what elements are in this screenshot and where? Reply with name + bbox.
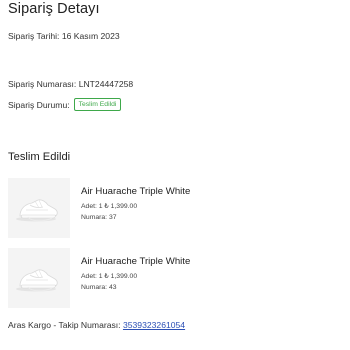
product-size: Numara: 43 (81, 284, 117, 291)
product-name[interactable]: Air Huarache Triple White (81, 186, 190, 197)
order-number-value: LNT24447258 (78, 79, 134, 89)
product-quantity-price: Adet: 1 ₺ 1,399.00 (81, 273, 138, 280)
product-info: Air Huarache Triple White Adet: 1 ₺ 1,39… (81, 256, 190, 293)
product-quantity-price: Adet: 1 ₺ 1,399.00 (81, 203, 138, 210)
product-info: Air Huarache Triple White Adet: 1 ₺ 1,39… (81, 186, 190, 223)
order-date-value: 16 Kasım 2023 (61, 31, 120, 41)
product-name[interactable]: Air Huarache Triple White (81, 256, 190, 267)
product-item[interactable]: Air Huarache Triple White Adet: 1 ₺ 1,39… (8, 248, 338, 308)
product-item[interactable]: Air Huarache Triple White Adet: 1 ₺ 1,39… (8, 178, 338, 238)
status-badge: Teslim Edildi (73, 98, 122, 111)
white-sneaker-icon (8, 248, 70, 308)
order-number-label: Sipariş Numarası: (8, 79, 77, 89)
order-status-label: Sipariş Durumu: (8, 99, 70, 110)
order-date-label: Sipariş Tarihi: (8, 31, 60, 41)
order-number: Sipariş Numarası: LNT24447258 (8, 79, 133, 89)
order-date: Sipariş Tarihi: 16 Kasım 2023 (8, 31, 120, 41)
tracking-number-link[interactable]: 3539323261054 (123, 320, 185, 330)
white-sneaker-icon (8, 178, 70, 238)
delivery-heading: Teslim Edildi (8, 151, 71, 163)
product-thumbnail[interactable] (8, 248, 70, 308)
product-size: Numara: 37 (81, 214, 117, 221)
shipping-label: Aras Kargo - Takip Numarası: (8, 320, 121, 330)
product-thumbnail[interactable] (8, 178, 70, 238)
page-title: Sipariş Detayı (8, 1, 100, 17)
shipping-info: Aras Kargo - Takip Numarası: 35393232610… (8, 320, 185, 330)
order-status: Sipariş Durumu: Teslim Edildi (8, 98, 122, 111)
